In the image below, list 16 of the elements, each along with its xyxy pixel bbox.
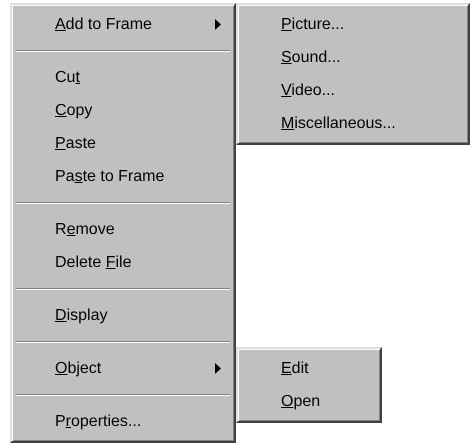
menu-item[interactable]: Open <box>241 385 377 418</box>
menu-item[interactable]: Video... <box>241 74 465 107</box>
menu-item[interactable]: Paste <box>15 127 231 160</box>
menu-item[interactable]: Properties... <box>15 405 231 438</box>
menu-item[interactable]: Miscellaneous... <box>241 107 465 140</box>
menu-item[interactable]: Cut <box>15 61 231 94</box>
menu-item[interactable]: Delete File <box>15 246 231 279</box>
menu-item[interactable]: Remove <box>15 213 231 246</box>
submenu-arrow-icon <box>215 363 221 374</box>
menu-item[interactable]: Display <box>15 299 231 332</box>
menu-item[interactable]: Sound... <box>241 41 465 74</box>
menu-item[interactable]: Paste to Frame <box>15 160 231 193</box>
menu-item[interactable]: Copy <box>15 94 231 127</box>
menu-item[interactable]: Edit <box>241 352 377 385</box>
menu-item[interactable]: Picture... <box>241 8 465 41</box>
submenu-arrow-icon <box>215 19 221 30</box>
